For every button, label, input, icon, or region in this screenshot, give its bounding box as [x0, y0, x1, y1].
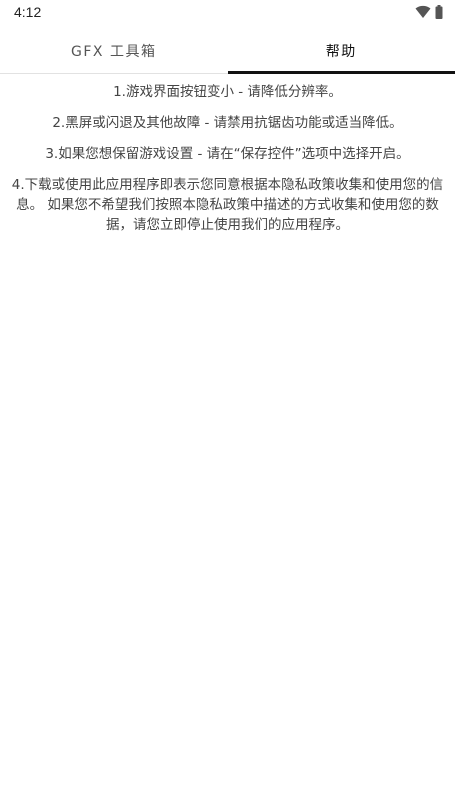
status-time: 4:12	[14, 4, 42, 20]
tab-bar: GFX 工具箱 帮助	[0, 28, 455, 74]
help-line-3: 3.如果您想保留游戏设置 - 请在“保存控件”选项中选择开启。	[45, 146, 410, 162]
tab-active-indicator	[227, 71, 455, 74]
help-line-4: 4.下载或使用此应用程序即表示您同意根据本隐私政策收集和使用您的信息。 如果您不…	[11, 177, 444, 233]
status-icons	[415, 4, 443, 23]
battery-icon	[435, 4, 443, 23]
tab-gfx-toolbox-label: GFX 工具箱	[71, 43, 157, 60]
status-bar: 4:12	[0, 0, 455, 26]
tab-help[interactable]: 帮助	[227, 28, 455, 74]
help-line-2: 2.黑屏或闪退及其他故障 - 请禁用抗锯齿功能或适当降低。	[52, 115, 403, 131]
help-line-1: 1.游戏界面按钮变小 - 请降低分辨率。	[113, 84, 342, 100]
help-content: 1.游戏界面按钮变小 - 请降低分辨率。 2.黑屏或闪退及其他故障 - 请禁用抗…	[10, 82, 445, 246]
tab-help-label: 帮助	[325, 43, 357, 60]
tab-gfx-toolbox[interactable]: GFX 工具箱	[0, 28, 228, 73]
wifi-icon	[415, 4, 431, 23]
